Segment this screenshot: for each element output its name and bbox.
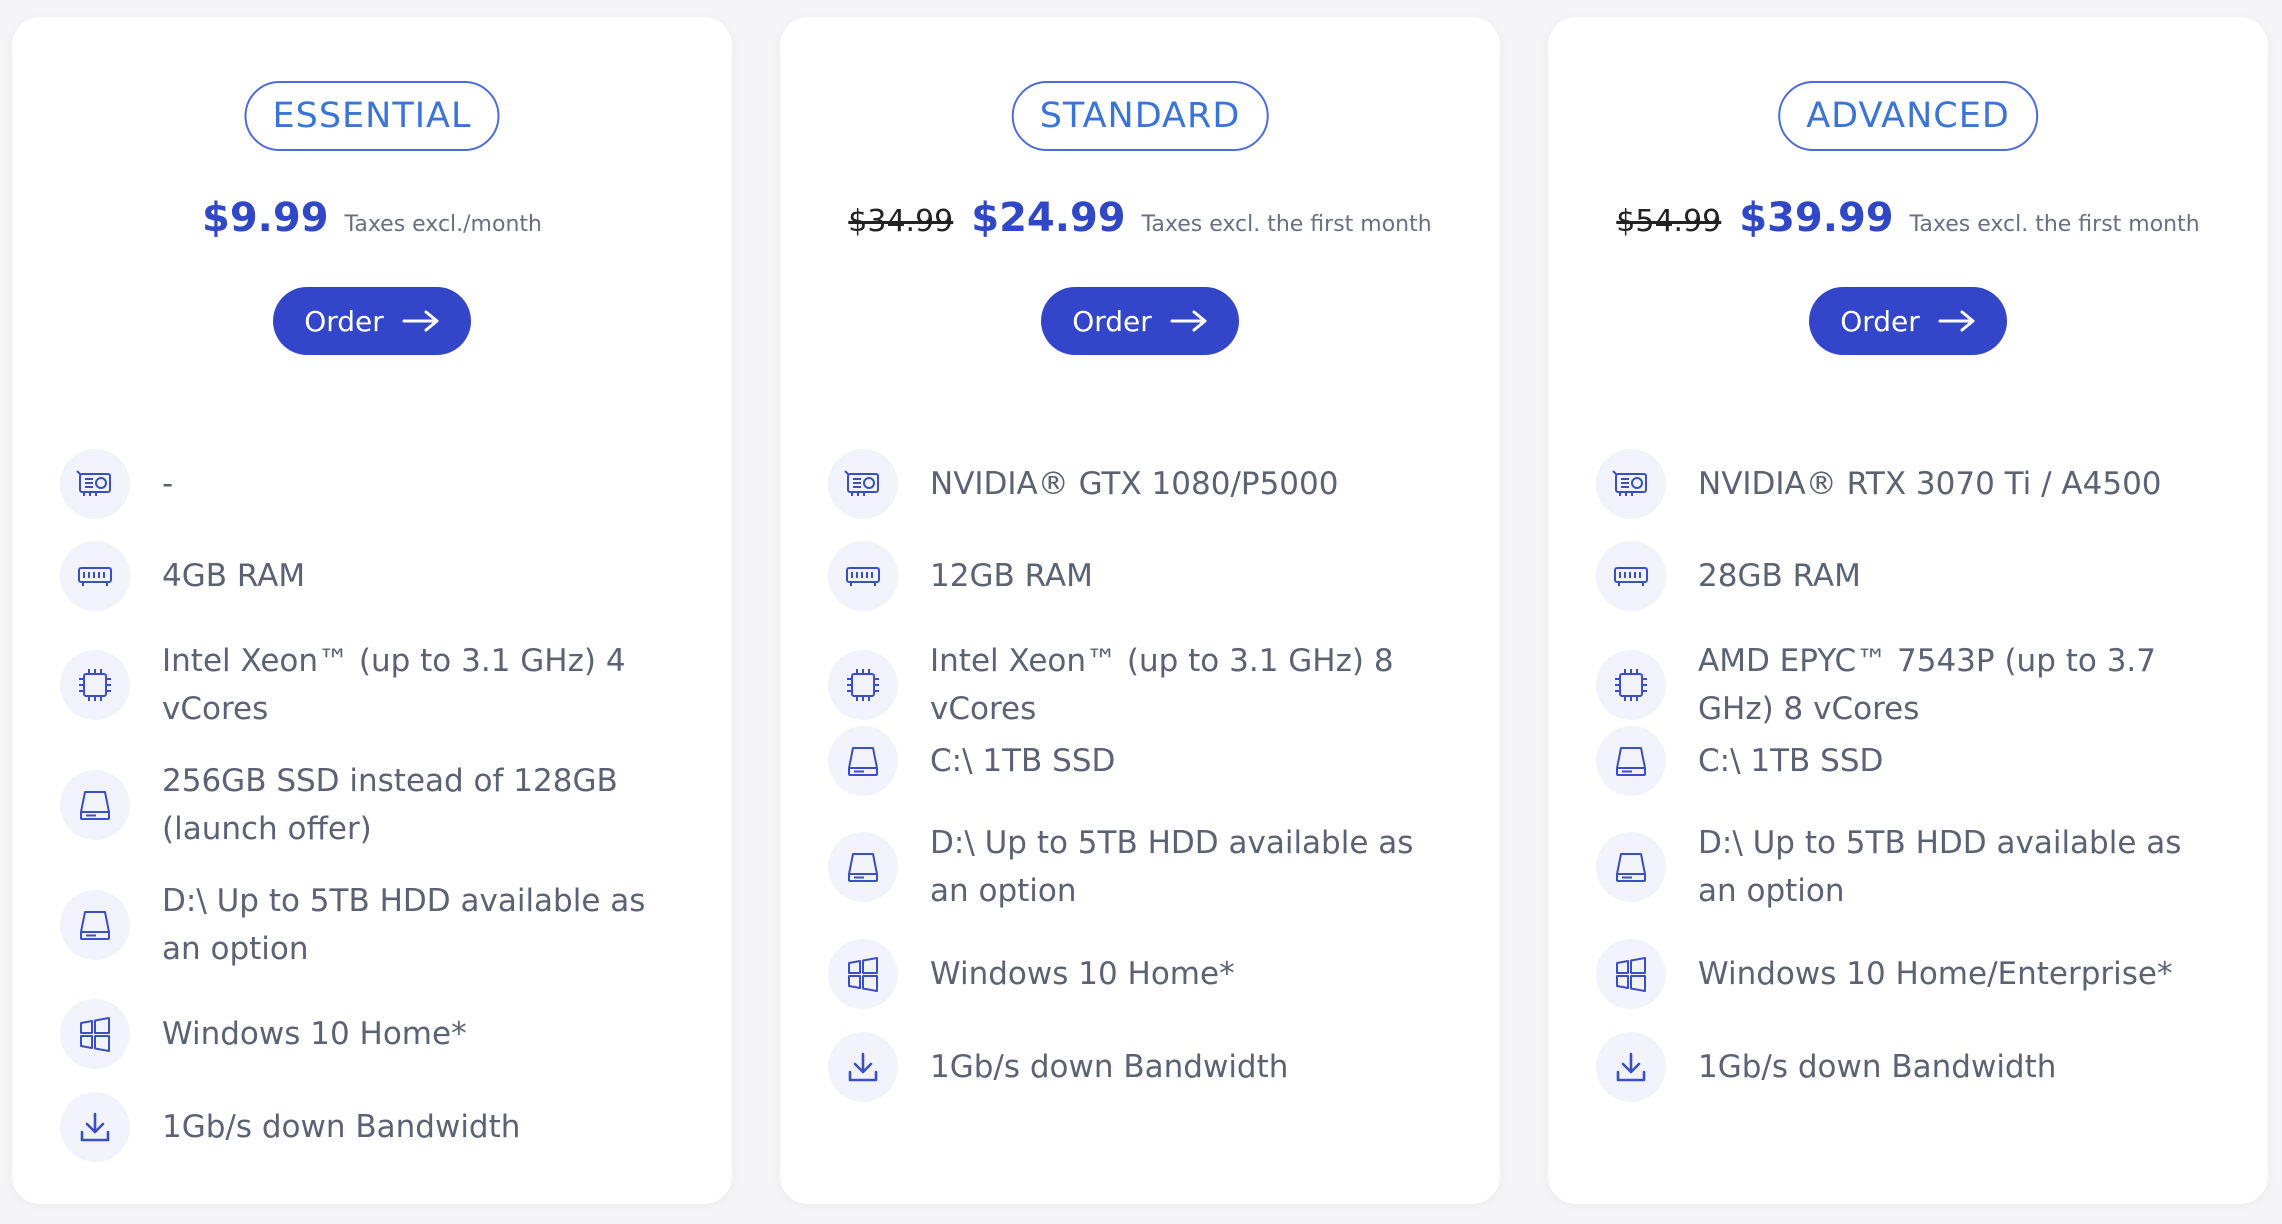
- plan-card-standard: STANDARD $34.99 $24.99 Taxes excl. the f…: [780, 17, 1500, 1204]
- feature-text: 1Gb/s down Bandwidth: [930, 1049, 1289, 1085]
- drive-icon: [828, 726, 898, 796]
- feature-text: Windows 10 Home*: [930, 956, 1235, 992]
- feature-hdd: D:\ Up to 5TB HDD available as an option: [60, 877, 692, 973]
- feature-bandwidth: 1Gb/s down Bandwidth: [828, 1032, 1460, 1102]
- price: $9.99: [202, 195, 329, 241]
- order-button[interactable]: Order: [273, 287, 471, 355]
- order-button-label: Order: [304, 304, 384, 338]
- plan-card-essential: ESSENTIAL $9.99 Taxes excl./month Order …: [12, 17, 732, 1204]
- plan-card-advanced: ADVANCED $54.99 $39.99 Taxes excl. the f…: [1548, 17, 2268, 1204]
- feature-text: AMD EPYC™ 7543P (up to 3.7 GHz) 8 vCores: [1698, 643, 2157, 727]
- feature-text: C:\ 1TB SSD: [1698, 743, 1884, 779]
- cpu-icon: [1596, 650, 1666, 720]
- download-icon: [60, 1092, 130, 1162]
- gpu-icon: [828, 449, 898, 519]
- drive-icon: [828, 832, 898, 902]
- feature-os: Windows 10 Home*: [828, 939, 1460, 1009]
- feature-text: NVIDIA® RTX 3070 Ti / A4500: [1698, 466, 2162, 502]
- gpu-icon: [1596, 449, 1666, 519]
- feature-ram: 4GB RAM: [60, 541, 692, 611]
- plan-name-badge: ESSENTIAL: [244, 81, 500, 151]
- arrow-right-icon: [1938, 310, 1976, 332]
- plan-name-badge: STANDARD: [1011, 81, 1269, 151]
- feature-gpu: -: [60, 449, 692, 519]
- feature-gpu: NVIDIA® RTX 3070 Ti / A4500: [1596, 449, 2228, 519]
- windows-icon: [828, 939, 898, 1009]
- price-row: $9.99 Taxes excl./month: [12, 195, 732, 241]
- feature-text: D:\ Up to 5TB HDD available as an option: [930, 825, 1414, 909]
- drive-icon: [60, 890, 130, 960]
- arrow-right-icon: [402, 310, 440, 332]
- feature-text: 256GB SSD instead of 128GB (launch offer…: [162, 763, 618, 847]
- price: $24.99: [971, 195, 1126, 241]
- feature-text: 1Gb/s down Bandwidth: [162, 1109, 521, 1145]
- feature-text: Intel Xeon™ (up to 3.1 GHz) 8 vCores: [930, 643, 1394, 727]
- price-row: $54.99 $39.99 Taxes excl. the first mont…: [1548, 195, 2268, 241]
- ram-icon: [60, 541, 130, 611]
- drive-icon: [60, 770, 130, 840]
- feature-text: 1Gb/s down Bandwidth: [1698, 1049, 2057, 1085]
- drive-icon: [1596, 726, 1666, 796]
- order-button-label: Order: [1840, 304, 1920, 338]
- feature-storage: C:\ 1TB SSD: [828, 726, 1460, 796]
- pricing-cards: ESSENTIAL $9.99 Taxes excl./month Order …: [0, 0, 2282, 1224]
- price-note: Taxes excl. the first month: [1141, 212, 1432, 237]
- feature-ram: 12GB RAM: [828, 541, 1460, 611]
- feature-gpu: NVIDIA® GTX 1080/P5000: [828, 449, 1460, 519]
- feature-cpu: AMD EPYC™ 7543P (up to 3.7 GHz) 8 vCores: [1596, 637, 2228, 733]
- order-button[interactable]: Order: [1809, 287, 2007, 355]
- feature-text: Windows 10 Home/Enterprise*: [1698, 956, 2173, 992]
- plan-name-badge: ADVANCED: [1778, 81, 2038, 151]
- price-note: Taxes excl. the first month: [1909, 212, 2200, 237]
- arrow-right-icon: [1170, 310, 1208, 332]
- ram-icon: [1596, 541, 1666, 611]
- feature-bandwidth: 1Gb/s down Bandwidth: [1596, 1032, 2228, 1102]
- windows-icon: [1596, 939, 1666, 1009]
- windows-icon: [60, 999, 130, 1069]
- ram-icon: [828, 541, 898, 611]
- feature-text: -: [162, 466, 174, 502]
- feature-os: Windows 10 Home*: [60, 999, 692, 1069]
- gpu-icon: [60, 449, 130, 519]
- feature-text: C:\ 1TB SSD: [930, 743, 1116, 779]
- order-button-label: Order: [1072, 304, 1152, 338]
- feature-cpu: Intel Xeon™ (up to 3.1 GHz) 8 vCores: [828, 637, 1460, 733]
- download-icon: [1596, 1032, 1666, 1102]
- cpu-icon: [828, 650, 898, 720]
- feature-hdd: D:\ Up to 5TB HDD available as an option: [828, 819, 1460, 915]
- feature-storage: C:\ 1TB SSD: [1596, 726, 2228, 796]
- old-price: $34.99: [848, 204, 954, 239]
- order-button[interactable]: Order: [1041, 287, 1239, 355]
- download-icon: [828, 1032, 898, 1102]
- feature-ram: 28GB RAM: [1596, 541, 2228, 611]
- feature-bandwidth: 1Gb/s down Bandwidth: [60, 1092, 692, 1162]
- feature-text: 12GB RAM: [930, 558, 1093, 594]
- cpu-icon: [60, 650, 130, 720]
- feature-text: Intel Xeon™ (up to 3.1 GHz) 4 vCores: [162, 643, 626, 727]
- price: $39.99: [1739, 195, 1894, 241]
- feature-os: Windows 10 Home/Enterprise*: [1596, 939, 2228, 1009]
- feature-hdd: D:\ Up to 5TB HDD available as an option: [1596, 819, 2228, 915]
- feature-text: D:\ Up to 5TB HDD available as an option: [1698, 825, 2182, 909]
- feature-text: 28GB RAM: [1698, 558, 1861, 594]
- feature-text: 4GB RAM: [162, 558, 306, 594]
- price-note: Taxes excl./month: [344, 212, 542, 237]
- feature-text: Windows 10 Home*: [162, 1016, 467, 1052]
- feature-text: D:\ Up to 5TB HDD available as an option: [162, 883, 646, 967]
- price-row: $34.99 $24.99 Taxes excl. the first mont…: [780, 195, 1500, 241]
- feature-text: NVIDIA® GTX 1080/P5000: [930, 466, 1339, 502]
- old-price: $54.99: [1616, 204, 1722, 239]
- feature-storage: 256GB SSD instead of 128GB (launch offer…: [60, 757, 692, 853]
- drive-icon: [1596, 832, 1666, 902]
- feature-cpu: Intel Xeon™ (up to 3.1 GHz) 4 vCores: [60, 637, 692, 733]
